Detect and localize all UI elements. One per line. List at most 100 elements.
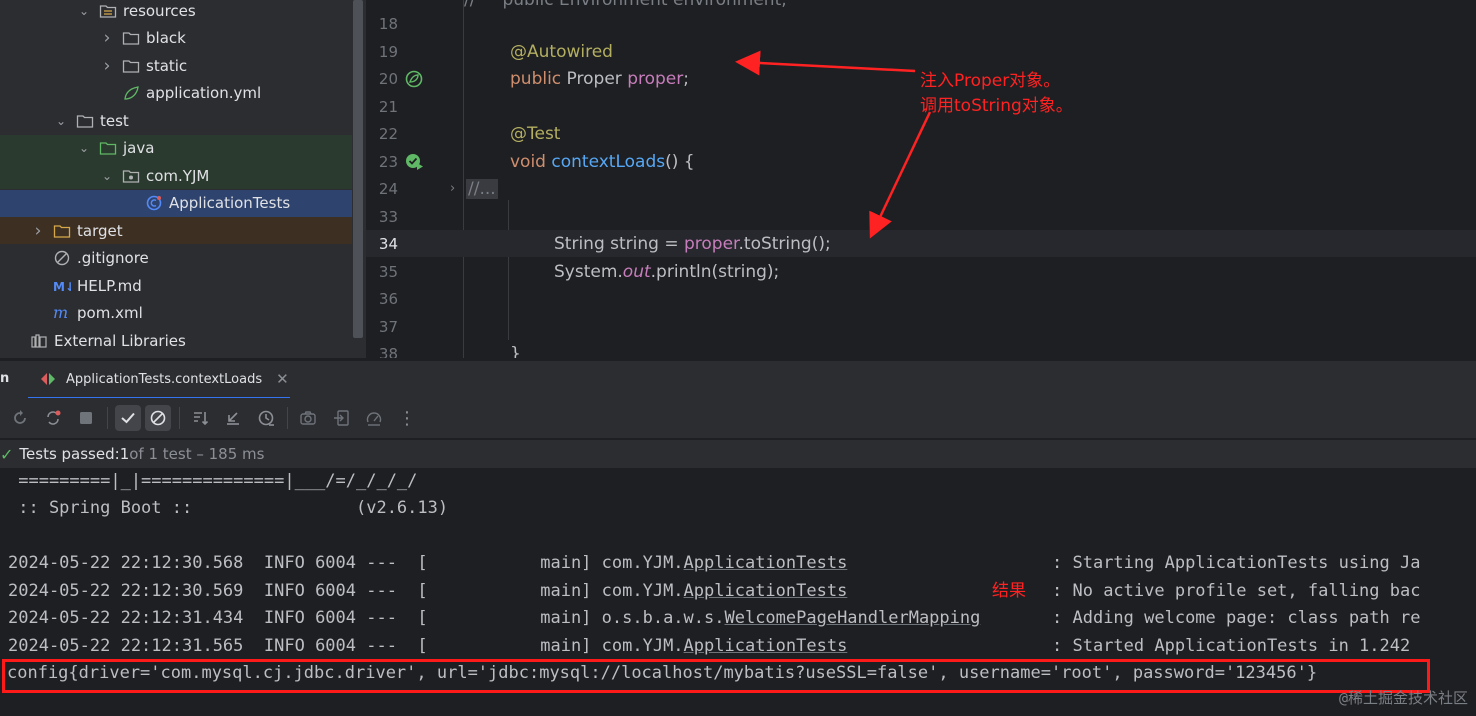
- ignore-file-icon: [53, 250, 71, 266]
- chevron-down-icon[interactable]: ⌄: [100, 169, 114, 183]
- show-ignored-icon[interactable]: [145, 405, 171, 431]
- tree-item-label: target: [77, 221, 123, 240]
- console-log-line: 2024-05-22 22:12:30.569 INFO 6004 --- [ …: [8, 578, 1420, 604]
- rerun-icon[interactable]: [7, 405, 33, 431]
- log-logger-link[interactable]: ApplicationTests: [684, 553, 848, 573]
- tree-item-black[interactable]: › black: [0, 25, 352, 52]
- log-padding: [980, 608, 1052, 628]
- tree-item-test[interactable]: ⌄ test: [0, 107, 352, 134]
- tree-item-java[interactable]: ⌄ java: [0, 134, 352, 162]
- code-editor[interactable]: // public Environment environment; 18 19…: [366, 0, 1476, 358]
- toolbar-separator: [107, 407, 108, 429]
- coverage-icon[interactable]: [361, 405, 387, 431]
- camera-icon[interactable]: [295, 405, 321, 431]
- punct: ;: [683, 68, 689, 89]
- code-line[interactable]: 36: [366, 285, 1476, 312]
- tree-item-target[interactable]: › target: [0, 217, 352, 244]
- tree-item-external-libraries[interactable]: External Libraries: [0, 327, 352, 354]
- tree-item-pom-xml[interactable]: m pom.xml: [0, 300, 352, 327]
- chevron-right-icon[interactable]: ›: [31, 221, 45, 241]
- sort-icon[interactable]: [187, 405, 213, 431]
- log-pid: 6004: [315, 635, 367, 656]
- tree-item-help-md[interactable]: M↓ HELP.md: [0, 272, 352, 299]
- chevron-down-icon[interactable]: ⌄: [54, 114, 68, 128]
- console-line: =========|_|==============|___/=/_/_/_/: [8, 471, 418, 491]
- code-line[interactable]: 35 System.out.println(string);: [366, 258, 1476, 285]
- import-tests-icon[interactable]: [328, 405, 354, 431]
- line-number: 33: [378, 207, 398, 226]
- tree-item-resources[interactable]: ⌄ resources: [0, 0, 352, 24]
- tree-item-com-yjm[interactable]: ⌄ com.YJM: [0, 162, 352, 189]
- toolbar-separator: [287, 407, 288, 429]
- folder-icon: [122, 58, 140, 74]
- stop-icon[interactable]: [73, 405, 99, 431]
- code-line[interactable]: 24 › //...: [366, 175, 1476, 202]
- resources-folder-icon: [99, 3, 117, 19]
- test-class-icon: [145, 195, 163, 211]
- code-line[interactable]: 23 void contextLoads() {: [366, 148, 1476, 175]
- chevron-right-icon[interactable]: ›: [100, 56, 114, 76]
- rerun-failed-icon[interactable]: [40, 405, 66, 431]
- log-timestamp: 2024-05-22 22:12:30.569: [8, 580, 264, 601]
- line-number: 38: [378, 344, 398, 359]
- code-line[interactable]: 22 @Test: [366, 120, 1476, 147]
- annotation-autowired: @Autowired: [510, 41, 613, 62]
- tree-item-label: java: [123, 139, 155, 157]
- run-toolbar: ⋮: [0, 398, 1476, 438]
- code-line[interactable]: 19 @Autowired: [366, 38, 1476, 65]
- code-line[interactable]: 18: [366, 10, 1476, 37]
- run-test-gutter-icon[interactable]: [404, 152, 434, 172]
- method-name: contextLoads: [551, 151, 666, 172]
- field-name: proper: [627, 68, 684, 89]
- tree-scrollbar[interactable]: [353, 0, 363, 338]
- log-thread: --- [ main]: [366, 580, 602, 601]
- line-number: 22: [378, 124, 398, 143]
- console-output[interactable]: =========|_|==============|___/=/_/_/_/ …: [0, 468, 1476, 716]
- log-logger-link[interactable]: ApplicationTests: [684, 636, 848, 656]
- tree-item-static[interactable]: › static: [0, 52, 352, 79]
- log-logger-prefix: com.YJM.: [601, 553, 684, 573]
- show-passed-icon[interactable]: [115, 405, 141, 431]
- more-options-icon[interactable]: ⋮: [394, 405, 420, 431]
- code-text: }: [510, 343, 521, 359]
- keyword: void: [510, 151, 546, 172]
- run-window-label: n: [0, 371, 10, 386]
- log-timestamp: 2024-05-22 22:12:31.565: [8, 635, 264, 656]
- code-line[interactable]: 38 }: [366, 340, 1476, 359]
- close-icon[interactable]: ✕: [276, 370, 289, 388]
- code-line-current[interactable]: 34 String string = proper.toString();: [366, 230, 1476, 257]
- log-pid: 6004: [315, 580, 367, 601]
- toolbar-separator: [179, 407, 180, 429]
- tab-run-configuration[interactable]: ApplicationTests.contextLoads ✕: [28, 361, 290, 399]
- tree-item-gitignore[interactable]: .gitignore: [0, 245, 352, 272]
- chevron-right-icon[interactable]: ›: [100, 28, 114, 48]
- log-logger-link[interactable]: WelcomePageHandlerMapping: [724, 608, 980, 628]
- folded-code[interactable]: //...: [466, 178, 498, 199]
- tree-item-applicationtests[interactable]: ApplicationTests: [0, 189, 352, 217]
- chevron-down-icon[interactable]: ⌄: [77, 4, 91, 18]
- chevron-down-icon[interactable]: ⌄: [77, 141, 91, 155]
- junit-icon: [40, 372, 58, 386]
- log-level: INFO: [263, 580, 316, 601]
- tree-item-application-yml[interactable]: application.yml: [0, 80, 352, 107]
- console-log-line: 2024-05-22 22:12:30.568 INFO 6004 --- [ …: [8, 550, 1420, 576]
- log-timestamp: 2024-05-22 22:12:31.434: [8, 608, 264, 628]
- run-tab-label: ApplicationTests.contextLoads: [66, 371, 263, 387]
- spring-bean-gutter-icon[interactable]: [404, 69, 434, 89]
- package-icon: [122, 168, 140, 184]
- code-line[interactable]: 37: [366, 313, 1476, 340]
- tree-item-label: application.yml: [146, 84, 262, 102]
- console-log-line: 2024-05-22 22:12:31.434 INFO 6004 --- [ …: [8, 605, 1420, 631]
- status-count: 1: [119, 445, 130, 463]
- fold-chevron-icon[interactable]: ›: [450, 181, 455, 196]
- log-logger-link[interactable]: ApplicationTests: [684, 581, 848, 601]
- code-text: .toString();: [738, 233, 831, 254]
- test-history-icon[interactable]: [253, 405, 279, 431]
- line-number: 24: [378, 179, 398, 198]
- log-logger-prefix: o.s.b.a.w.s.: [601, 608, 725, 628]
- annotation-note: 注入Proper对象。: [920, 71, 1061, 91]
- collapse-all-icon[interactable]: [220, 405, 246, 431]
- console-log-line: 2024-05-22 22:12:31.565 INFO 6004 --- [ …: [8, 633, 1410, 659]
- code-line[interactable]: 33: [366, 203, 1476, 230]
- tree-item-label: External Libraries: [54, 331, 186, 350]
